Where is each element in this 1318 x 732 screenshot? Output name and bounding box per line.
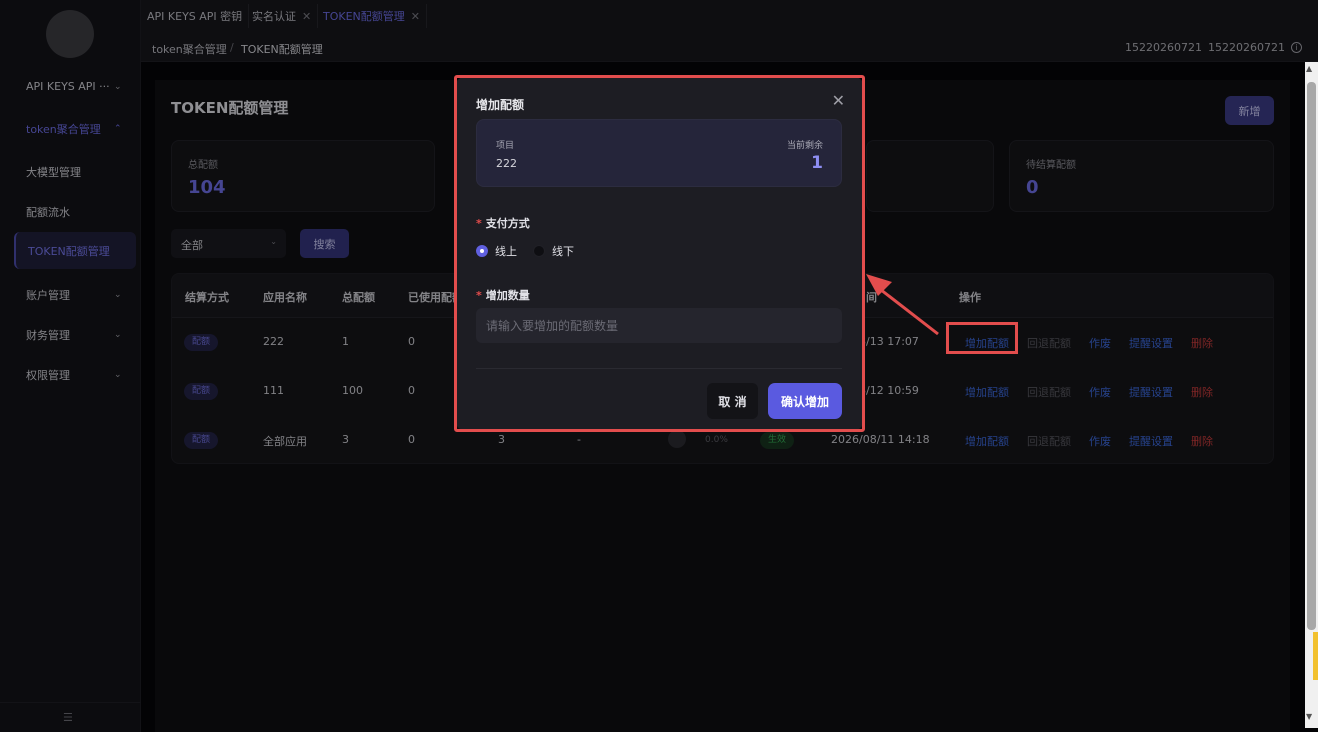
annotation-arrow-icon [866,274,939,336]
annotation-highlight-box [946,322,1018,354]
side-widget-tab[interactable] [1313,632,1318,680]
scroll-down-icon[interactable]: ▼ [1306,712,1312,721]
scroll-up-icon[interactable]: ▲ [1306,64,1312,73]
scrollbar-thumb[interactable] [1307,82,1316,630]
annotation-dialog-outline [454,75,865,432]
app-window: API KEYS API ··· ⌄ token聚合管理 ⌃ 大模型管理 配额流… [0,0,1318,732]
